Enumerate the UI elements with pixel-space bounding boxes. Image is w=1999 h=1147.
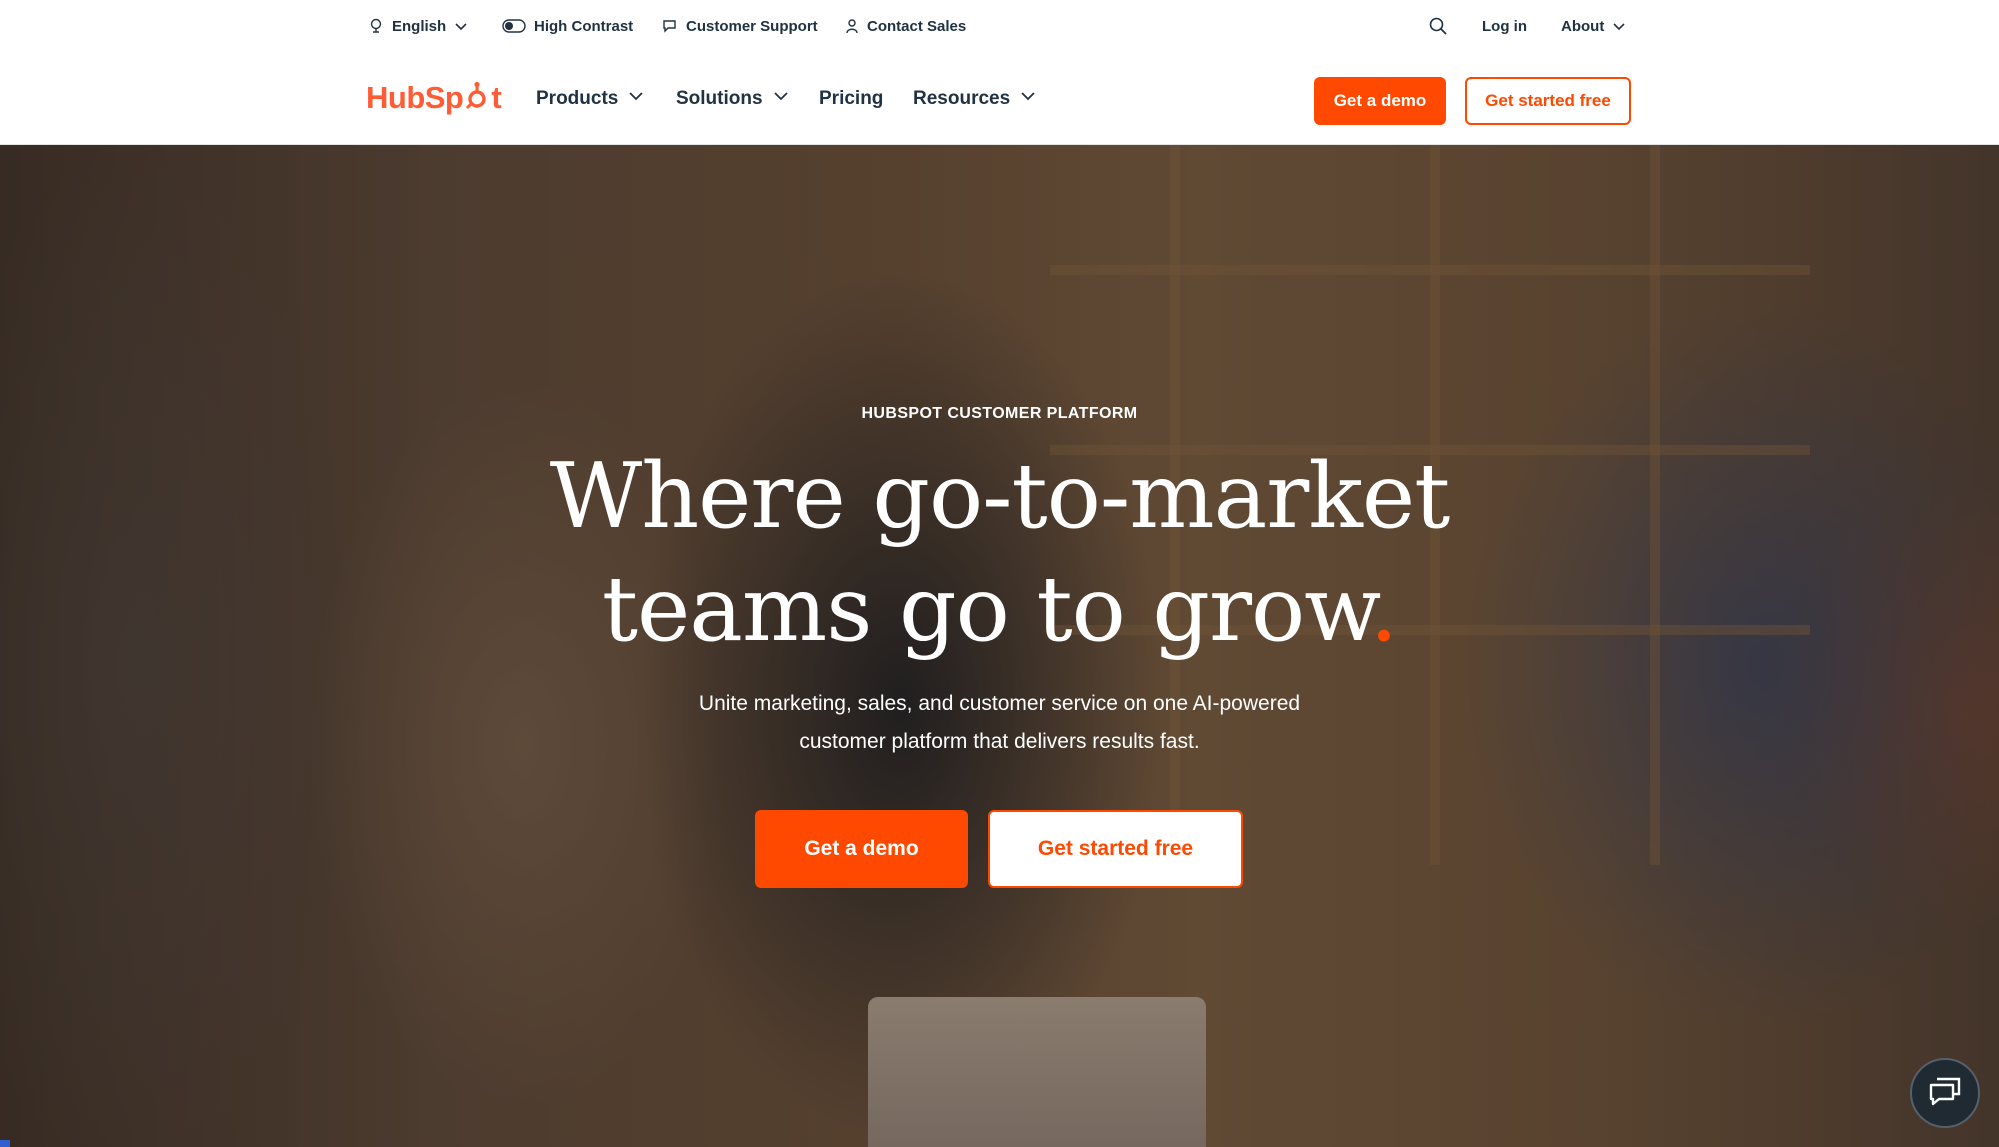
hero-title-dot: . xyxy=(1369,557,1399,662)
chevron-down-icon xyxy=(628,88,644,110)
chat-bubble-icon xyxy=(662,18,678,34)
hubspot-logo[interactable]: HubSp t xyxy=(366,78,502,119)
hero-subtitle-line-2: customer platform that delivers results … xyxy=(799,730,1200,753)
nav-get-started-button[interactable]: Get started free xyxy=(1465,77,1631,125)
main-nav: HubSp t Products Solutions Pricing Resou… xyxy=(0,52,1999,145)
globe-icon xyxy=(368,18,384,34)
search-button[interactable] xyxy=(1429,14,1447,38)
hero-subtitle: Unite marketing, sales, and customer ser… xyxy=(600,685,1399,761)
login-label: Log in xyxy=(1482,17,1527,35)
hero-title-line-2: teams go to grow xyxy=(601,557,1371,662)
customer-support-label: Customer Support xyxy=(686,17,818,35)
contact-sales-link[interactable]: Contact Sales xyxy=(845,14,966,38)
chat-launcher-button[interactable] xyxy=(1910,1058,1980,1128)
nav-item-label: Pricing xyxy=(819,88,884,109)
nav-item-solutions[interactable]: Solutions xyxy=(676,85,789,113)
hero-get-started-button[interactable]: Get started free xyxy=(988,810,1243,888)
chevron-down-icon xyxy=(454,19,468,33)
hero-eyebrow: HUBSPOT CUSTOMER PLATFORM xyxy=(861,405,1138,422)
nav-item-label: Resources xyxy=(913,88,1011,109)
logo-text-end: t xyxy=(491,80,502,115)
person-icon xyxy=(845,18,859,34)
high-contrast-toggle[interactable]: High Contrast xyxy=(502,14,633,38)
nav-item-label: Products xyxy=(536,88,619,109)
corner-accent xyxy=(0,1140,10,1147)
chevron-down-icon xyxy=(773,88,789,110)
hero-subtitle-line-1: Unite marketing, sales, and customer ser… xyxy=(698,692,1301,715)
login-link[interactable]: Log in xyxy=(1482,14,1527,38)
language-label: English xyxy=(392,17,447,35)
search-icon xyxy=(1429,17,1447,35)
about-label: About xyxy=(1561,17,1605,35)
nav-item-resources[interactable]: Resources xyxy=(913,85,1036,113)
chevron-down-icon xyxy=(1020,88,1036,110)
about-menu[interactable]: About xyxy=(1561,14,1626,38)
nav-get-demo-button[interactable]: Get a demo xyxy=(1314,77,1446,125)
hero-title: Where go-to-market teams go to grow. xyxy=(0,440,1999,666)
chat-icon xyxy=(1928,1076,1962,1111)
contact-sales-label: Contact Sales xyxy=(867,17,967,35)
high-contrast-label: High Contrast xyxy=(534,17,634,35)
hero-title-line-1: Where go-to-market xyxy=(549,444,1451,549)
logo-text-start: HubSp xyxy=(366,80,464,115)
sprocket-icon xyxy=(464,81,490,119)
hero-get-demo-button[interactable]: Get a demo xyxy=(755,810,968,888)
nav-item-label: Solutions xyxy=(676,88,763,109)
nav-item-pricing[interactable]: Pricing xyxy=(819,85,883,113)
customer-support-link[interactable]: Customer Support xyxy=(662,14,818,38)
nav-item-products[interactable]: Products xyxy=(536,85,644,113)
language-selector[interactable]: English xyxy=(368,14,468,38)
toggle-icon xyxy=(502,19,526,33)
utility-bar: English High Contrast Customer Support C… xyxy=(0,0,1999,52)
hero-section: HUBSPOT CUSTOMER PLATFORM Where go-to-ma… xyxy=(0,145,1999,1147)
chevron-down-icon xyxy=(1612,19,1626,33)
